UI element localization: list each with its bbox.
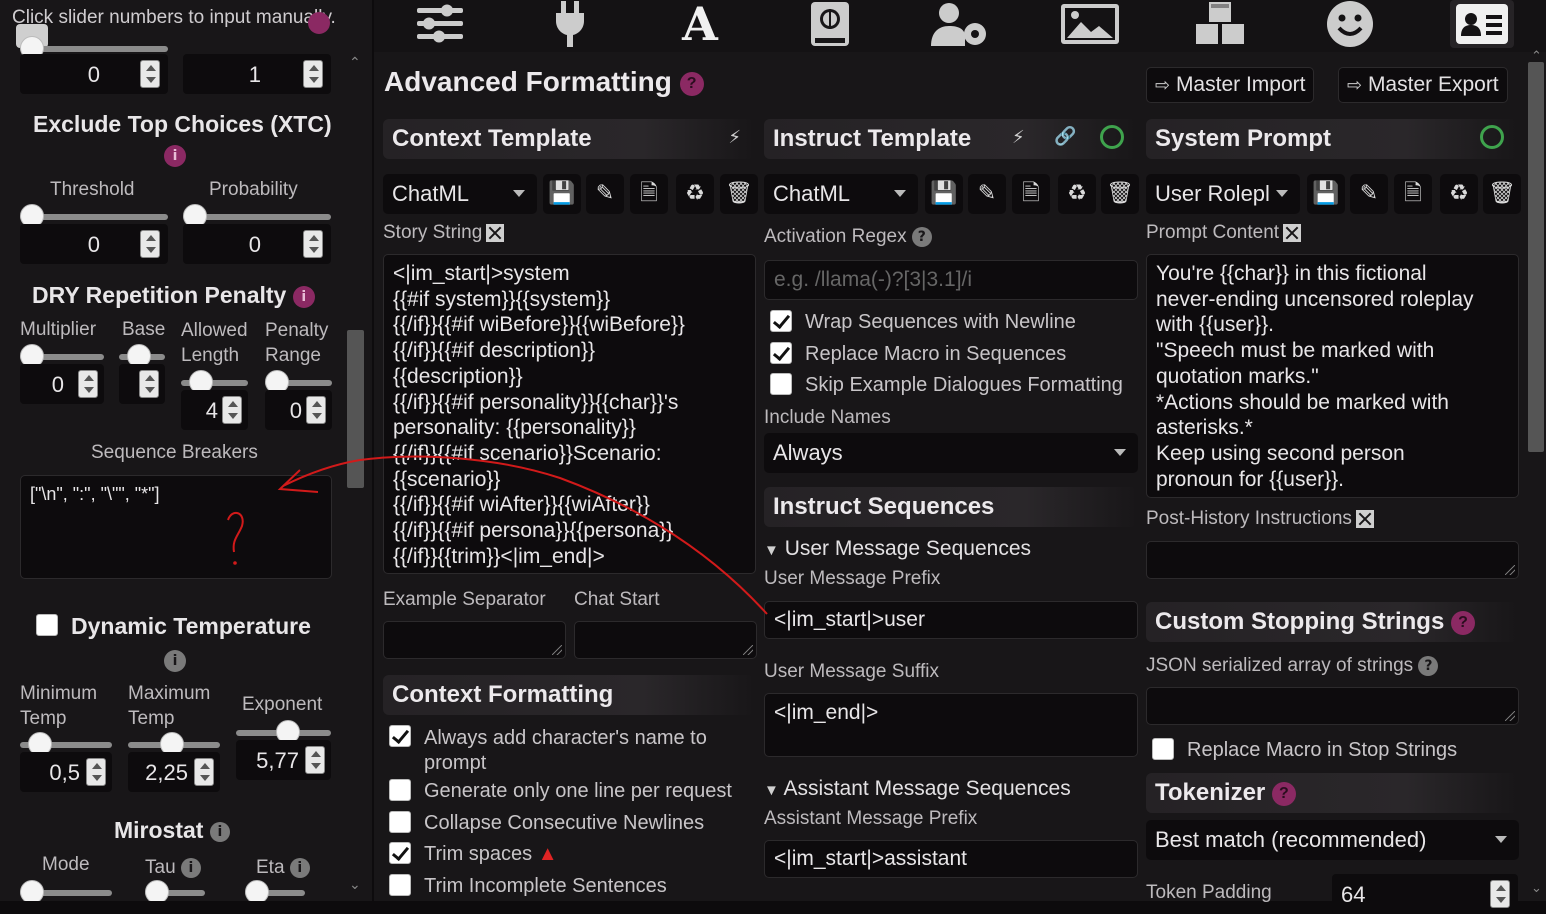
annotation-arrow <box>227 455 768 615</box>
